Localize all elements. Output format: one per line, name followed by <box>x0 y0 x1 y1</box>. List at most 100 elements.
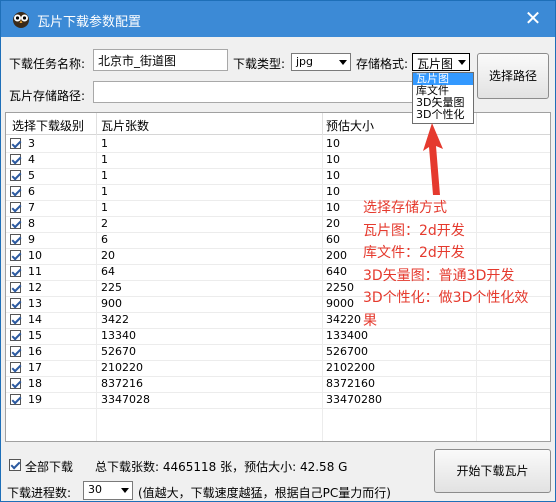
level-cell: 3 <box>28 137 35 150</box>
size-cell: 10 <box>326 201 340 214</box>
count-cell: 1 <box>101 137 108 150</box>
count-cell: 3347028 <box>101 393 150 406</box>
size-cell: 2250 <box>326 281 354 294</box>
row-checkbox[interactable] <box>10 378 21 389</box>
row-checkbox[interactable] <box>10 154 21 165</box>
count-cell: 13340 <box>101 329 136 342</box>
storage-format-label: 存储格式: <box>356 57 409 71</box>
close-icon[interactable]: ✕ <box>521 7 545 31</box>
level-cell: 11 <box>28 265 42 278</box>
row-checkbox[interactable] <box>10 234 21 245</box>
download-all-checkbox[interactable] <box>9 459 21 471</box>
size-cell: 10 <box>326 185 340 198</box>
level-cell: 18 <box>28 377 42 390</box>
row-checkbox[interactable] <box>10 202 21 213</box>
download-type-select[interactable]: jpg <box>291 53 351 71</box>
row-checkbox[interactable] <box>10 394 21 405</box>
window-title: 瓦片下载参数配置 <box>37 15 142 30</box>
level-cell: 4 <box>28 153 35 166</box>
progress-count-value: 30 <box>88 483 102 496</box>
row-checkbox[interactable] <box>10 266 21 277</box>
count-cell: 1 <box>101 169 108 182</box>
count-cell: 64 <box>101 265 115 278</box>
level-cell: 15 <box>28 329 42 342</box>
row-checkbox[interactable] <box>10 362 21 373</box>
count-cell: 900 <box>101 297 122 310</box>
row-checkbox[interactable] <box>10 346 21 357</box>
annotation-line: 库文件：2d开发 <box>363 245 465 261</box>
level-cell: 6 <box>28 185 35 198</box>
level-cell: 16 <box>28 345 42 358</box>
header-size[interactable]: 预估大小 <box>326 117 374 134</box>
level-cell: 9 <box>28 233 35 246</box>
progress-label: 下载进程数: <box>7 486 72 500</box>
table-row[interactable]: 18 837216 8372160 <box>6 376 550 392</box>
row-checkbox[interactable] <box>10 330 21 341</box>
row-checkbox[interactable] <box>10 218 21 229</box>
count-cell: 210220 <box>101 361 143 374</box>
level-cell: 8 <box>28 217 35 230</box>
level-cell: 14 <box>28 313 42 326</box>
size-cell: 133400 <box>326 329 368 342</box>
size-cell: 8372160 <box>326 377 375 390</box>
start-download-button[interactable]: 开始下载瓦片 <box>434 449 551 493</box>
count-cell: 6 <box>101 233 108 246</box>
count-cell: 52670 <box>101 345 136 358</box>
table-row[interactable]: 17 210220 2102200 <box>6 360 550 376</box>
red-arrow-icon <box>423 123 443 195</box>
chevron-down-icon <box>339 60 347 65</box>
annotation-line: 3D个性化：做3D个性化效 <box>363 290 529 306</box>
chevron-down-icon <box>458 60 466 65</box>
row-checkbox[interactable] <box>10 314 21 325</box>
row-divider <box>6 408 550 409</box>
annotation-text: 选择存储方式 瓦片图：2d开发 库文件：2d开发 3D矢量图：普通3D开发 3D… <box>363 197 528 332</box>
header-count[interactable]: 瓦片张数 <box>101 117 149 134</box>
size-cell: 640 <box>326 265 347 278</box>
dialog-window: 瓦片下载参数配置 ✕ 下载任务名称: 北京市_街道图 下载类型: jpg 存储格… <box>0 0 556 502</box>
size-cell: 20 <box>326 217 340 230</box>
count-cell: 225 <box>101 281 122 294</box>
size-cell: 9000 <box>326 297 354 310</box>
size-cell: 200 <box>326 249 347 262</box>
count-cell: 3422 <box>101 313 129 326</box>
level-cell: 19 <box>28 393 42 406</box>
table-row[interactable]: 19 3347028 33470280 <box>6 392 550 408</box>
dropdown-option[interactable]: 3D个性化 <box>413 109 473 121</box>
header-level[interactable]: 选择下载级别 <box>12 117 84 134</box>
count-cell: 1 <box>101 153 108 166</box>
count-cell: 837216 <box>101 377 143 390</box>
progress-count-select[interactable]: 30 <box>83 481 133 500</box>
level-cell: 12 <box>28 281 42 294</box>
storage-format-select[interactable]: 瓦片图 <box>412 53 470 71</box>
table-row[interactable]: 3 1 10 <box>6 136 550 152</box>
size-cell: 10 <box>326 153 340 166</box>
download-type-value: jpg <box>296 55 314 68</box>
tile-path-label: 瓦片存储路径: <box>9 89 86 103</box>
row-checkbox[interactable] <box>10 282 21 293</box>
row-checkbox[interactable] <box>10 298 21 309</box>
size-cell: 526700 <box>326 345 368 358</box>
row-checkbox[interactable] <box>10 250 21 261</box>
size-cell: 60 <box>326 233 340 246</box>
size-cell: 34220 <box>326 313 361 326</box>
row-checkbox[interactable] <box>10 186 21 197</box>
storage-format-dropdown: 瓦片图 库文件 3D矢量图 3D个性化 <box>412 72 474 124</box>
row-checkbox[interactable] <box>10 170 21 181</box>
choose-path-button[interactable]: 选择路径 <box>477 53 549 99</box>
task-name-input[interactable]: 北京市_街道图 <box>93 49 228 71</box>
annotation-line: 3D矢量图：普通3D开发 <box>363 267 515 284</box>
annotation-line: 选择存储方式 <box>363 200 447 216</box>
download-all-label: 全部下载 <box>25 460 74 474</box>
table-row[interactable]: 4 1 10 <box>6 152 550 168</box>
owl-icon <box>13 12 29 28</box>
level-cell: 5 <box>28 169 35 182</box>
level-cell: 13 <box>28 297 42 310</box>
annotation-line: 果 <box>363 312 377 329</box>
count-cell: 1 <box>101 201 108 214</box>
row-checkbox[interactable] <box>10 138 21 149</box>
size-cell: 10 <box>326 169 340 182</box>
table-row[interactable]: 5 1 10 <box>6 168 550 184</box>
download-type-label: 下载类型: <box>233 57 286 71</box>
count-cell: 2 <box>101 217 108 230</box>
table-row[interactable]: 16 52670 526700 <box>6 344 550 360</box>
